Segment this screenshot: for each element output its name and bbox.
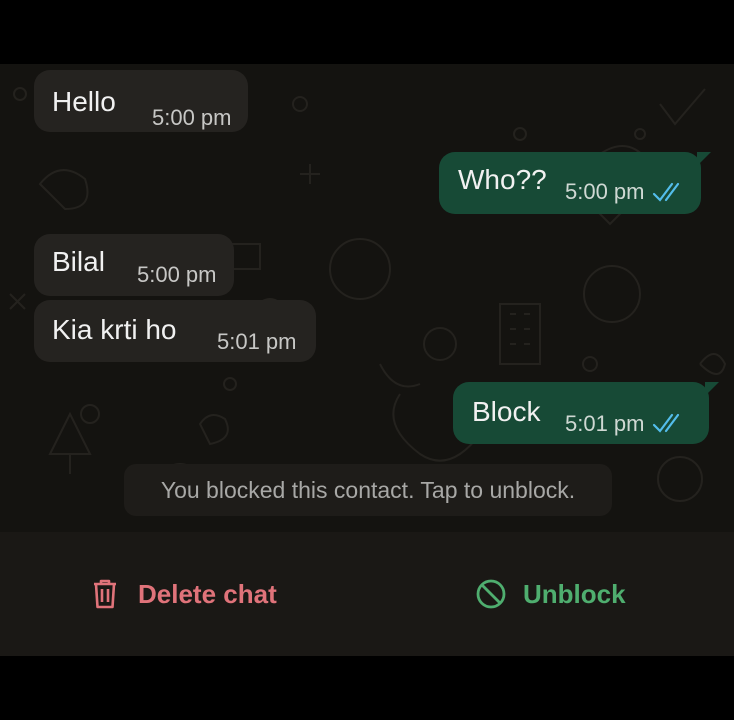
message-text: Kia krti ho (52, 314, 177, 345)
double-check-icon (652, 182, 680, 202)
unblock-label: Unblock (523, 578, 626, 609)
blocked-action-bar: Delete chat Unblock (0, 532, 734, 656)
message-incoming[interactable]: Bilal 5:00 pm (34, 234, 234, 296)
message-time: 5:00 pm (152, 105, 232, 130)
wallpaper-doodles (9, 87, 727, 505)
chat-area[interactable]: Hello 5:00 pm Who?? 5:00 pm Bilal 5:00 p… (0, 64, 734, 532)
message-time: 5:00 pm (137, 262, 217, 287)
message-time: 5:01 pm (217, 329, 297, 354)
message-text: Bilal (52, 246, 105, 277)
message-incoming[interactable]: Hello 5:00 pm (34, 70, 248, 132)
message-outgoing[interactable]: Block 5:01 pm (453, 382, 719, 444)
message-text: Hello (52, 86, 116, 117)
delete-chat-label: Delete chat (138, 578, 277, 609)
bubble-tail (697, 152, 711, 166)
chat-screen: Hello 5:00 pm Who?? 5:00 pm Bilal 5:00 p… (0, 64, 734, 656)
block-icon (476, 579, 506, 609)
blocked-notice[interactable]: You blocked this contact. Tap to unblock… (124, 464, 612, 516)
delete-chat-button[interactable]: Delete chat (92, 532, 277, 656)
message-text: Block (472, 396, 541, 427)
message-time: 5:01 pm (565, 411, 645, 436)
message-text: Who?? (458, 164, 547, 195)
trash-icon (94, 579, 116, 609)
double-check-icon (652, 413, 680, 433)
message-time: 5:00 pm (565, 179, 645, 204)
unblock-button[interactable]: Unblock (475, 532, 626, 656)
message-outgoing[interactable]: Who?? 5:00 pm (439, 152, 711, 214)
bubble-tail (705, 382, 719, 396)
message-incoming[interactable]: Kia krti ho 5:01 pm (34, 300, 316, 362)
